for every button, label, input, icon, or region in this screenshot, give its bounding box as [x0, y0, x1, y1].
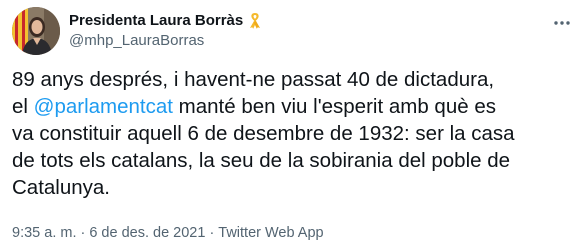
more-options-button[interactable] [552, 13, 572, 33]
more-dots-icon [554, 21, 570, 25]
avatar-photo [12, 7, 60, 55]
tweet-time[interactable]: 9:35 a. m. [12, 225, 76, 241]
tweet-line: va constituir aquell 6 de desembre de 19… [12, 122, 515, 145]
tweet-text: 89 anys després, i havent-ne passat 40 d… [12, 66, 578, 201]
tweet-meta: 9:35 a. m. · 6 de des. de 2021 · Twitter Web… [12, 225, 324, 241]
tweet-line: el @parlamentcat manté ben viu l'esperit… [12, 93, 578, 120]
mention-link[interactable]: @parlamentcat [34, 95, 173, 118]
tweet-line: de tots els catalans, la seu de la sobir… [12, 149, 511, 172]
name-line: Presidenta Laura Borràs [69, 10, 262, 30]
tweet-text-segment: manté ben viu l'esperit amb què es [172, 95, 496, 118]
tweet-line: Catalunya. [12, 176, 111, 199]
tweet-date[interactable]: 6 de des. de 2021 [89, 225, 205, 241]
tweet-text-segment: el [12, 95, 34, 118]
meta-separator: · [80, 225, 86, 241]
source-app-link[interactable]: Twitter Web App [218, 225, 323, 241]
tweet-card: Presidenta Laura Borràs @mhp_LauraBorras [0, 0, 584, 245]
handle[interactable]: @mhp_LauraBorras [69, 32, 262, 49]
tweet-header: Presidenta Laura Borràs @mhp_LauraBorras [12, 7, 572, 55]
yellow-ribbon-icon [248, 12, 262, 29]
author-block: Presidenta Laura Borràs @mhp_LauraBorras [69, 10, 262, 49]
display-name[interactable]: Presidenta Laura Borràs [69, 12, 243, 29]
tweet-line: 89 anys després, i havent-ne passat 40 d… [12, 68, 495, 91]
meta-separator: · [209, 225, 215, 241]
avatar[interactable] [12, 7, 60, 55]
